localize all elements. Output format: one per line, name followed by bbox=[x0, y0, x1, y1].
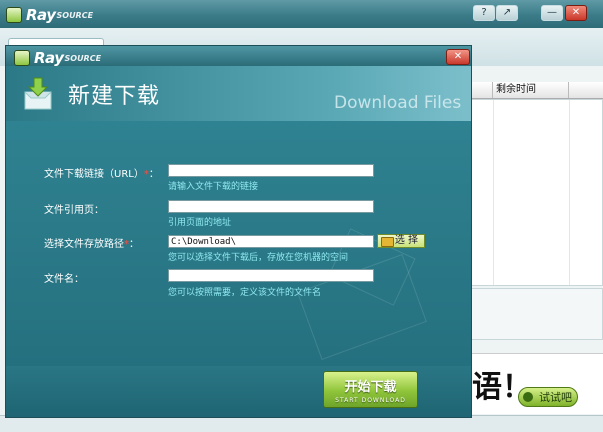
dialog-subtitle: Download Files bbox=[334, 93, 462, 113]
brand-mark-icon bbox=[6, 7, 22, 23]
brand-name: Ray bbox=[26, 6, 56, 24]
task-info-panel bbox=[470, 288, 603, 340]
save-path-label-text: 选择文件存放路径 bbox=[44, 239, 124, 250]
minimize-button[interactable]: — bbox=[541, 5, 563, 21]
ad-banner[interactable]: 语！ 试试吧 bbox=[470, 353, 603, 414]
restore-button[interactable]: ↗ bbox=[496, 5, 518, 21]
save-path-input[interactable] bbox=[168, 235, 374, 248]
download-table-header: 剩余时间 bbox=[470, 82, 603, 99]
download-table-body[interactable] bbox=[470, 99, 603, 286]
dialog-close-button[interactable]: ✕ bbox=[446, 49, 470, 65]
brand-name: Ray bbox=[34, 49, 64, 67]
dialog-header: 新建下载 Download Files bbox=[6, 66, 471, 121]
referer-label: 文件引用页： bbox=[44, 205, 104, 216]
column-remaining-time[interactable]: 剩余时间 bbox=[492, 82, 568, 98]
browse-button[interactable]: 选 择 bbox=[377, 234, 425, 248]
save-path-hint: 您可以选择文件下载后，存放在您机器的空间 bbox=[168, 253, 349, 263]
save-path-label: 选择文件存放路径*： bbox=[44, 235, 139, 250]
folder-icon bbox=[381, 237, 394, 247]
brand-suffix: SOURCE bbox=[56, 10, 94, 20]
dialog-footer: 开始下载 START DOWNLOAD bbox=[6, 366, 471, 417]
filename-input[interactable] bbox=[168, 269, 374, 282]
play-icon bbox=[523, 392, 533, 402]
dialog-titlebar[interactable]: Ray SOURCE ✕ bbox=[6, 46, 471, 67]
start-download-button[interactable]: 开始下载 START DOWNLOAD bbox=[323, 371, 418, 408]
main-brand-logo: Ray SOURCE bbox=[6, 6, 93, 24]
dialog-brand-logo: Ray SOURCE bbox=[14, 49, 101, 67]
try-it-button[interactable]: 试试吧 bbox=[518, 387, 578, 407]
referer-input[interactable] bbox=[168, 200, 374, 213]
new-download-dialog: Ray SOURCE ✕ 新建下载 Download Files 文件下载链接（… bbox=[5, 45, 472, 418]
url-hint: 请输入文件下载的链接 bbox=[168, 182, 259, 192]
main-close-button[interactable]: ✕ bbox=[565, 5, 587, 21]
url-input[interactable] bbox=[168, 164, 374, 177]
column-next[interactable] bbox=[568, 82, 602, 98]
column-divider bbox=[493, 100, 494, 285]
brand-mark-icon bbox=[14, 50, 30, 66]
url-label-text: 文件下载链接（URL） bbox=[44, 169, 144, 180]
start-download-sublabel: START DOWNLOAD bbox=[335, 397, 406, 404]
main-titlebar[interactable]: Ray SOURCE ? ↗ — ✕ bbox=[0, 0, 603, 28]
filename-label: 文件名： bbox=[44, 274, 84, 285]
label-colon: ： bbox=[148, 169, 159, 180]
browse-label: 选 择 bbox=[394, 235, 418, 246]
filename-hint: 您可以按照需要，定义该文件的文件名 bbox=[168, 288, 322, 298]
download-box-icon bbox=[24, 77, 52, 110]
brand-suffix: SOURCE bbox=[64, 53, 102, 63]
start-download-label: 开始下载 bbox=[344, 380, 397, 395]
dialog-title: 新建下载 bbox=[68, 84, 161, 109]
referer-hint: 引用页面的地址 bbox=[168, 218, 232, 228]
help-button[interactable]: ? bbox=[473, 5, 495, 21]
url-label: 文件下载链接（URL）*： bbox=[44, 165, 159, 180]
label-colon: ： bbox=[129, 239, 139, 250]
try-it-label: 试试吧 bbox=[539, 391, 572, 404]
column-divider bbox=[569, 100, 570, 285]
